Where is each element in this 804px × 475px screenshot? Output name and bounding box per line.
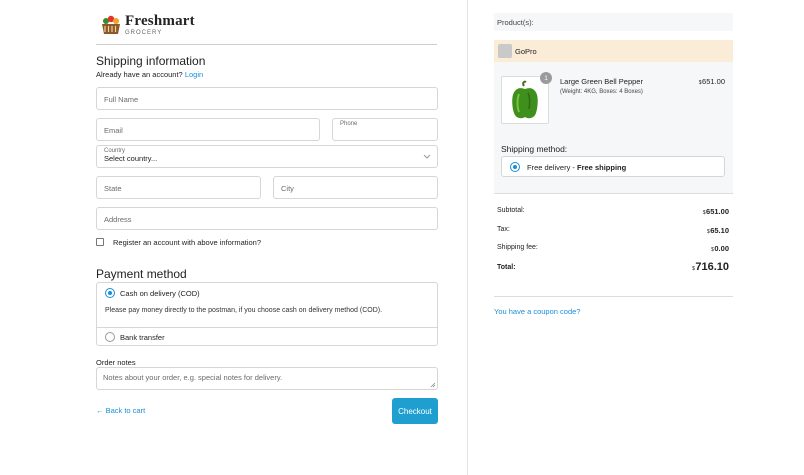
subtotal-value: 651.00: [706, 207, 729, 216]
register-label: Register an account with above informati…: [113, 238, 262, 247]
shipping-option[interactable]: Free delivery - Free shipping: [501, 156, 725, 177]
payment-title: Payment method: [96, 267, 187, 281]
subtotal-row: Subtotal: $651.00: [497, 207, 729, 216]
full-name-field[interactable]: Full Name: [96, 87, 438, 110]
state-placeholder: State: [104, 184, 122, 193]
brand-subtitle: GROCERY: [125, 30, 163, 36]
city-placeholder: City: [281, 184, 294, 193]
back-to-cart-link[interactable]: ← Back to cart: [96, 406, 145, 415]
email-field[interactable]: Email: [96, 118, 320, 141]
login-link[interactable]: Login: [185, 70, 203, 79]
shipping-fee-label: Shipping fee:: [497, 244, 538, 251]
store-icon: [498, 44, 512, 58]
checkout-button[interactable]: Checkout: [392, 398, 438, 424]
coupon-link[interactable]: You have a coupon code?: [494, 307, 580, 316]
city-field[interactable]: City: [273, 176, 438, 199]
register-checkbox[interactable]: [96, 238, 104, 246]
summary-divider: [494, 193, 733, 194]
total-value: 716.10: [695, 261, 729, 273]
full-name-placeholder: Full Name: [104, 95, 139, 104]
coupon-divider: [494, 296, 733, 297]
bell-pepper-icon: [512, 80, 538, 119]
brand-logo[interactable]: Freshmart GROCERY: [100, 12, 195, 38]
order-notes-placeholder: Notes about your order, e.g. special not…: [103, 373, 283, 382]
shipping-fee-value-wrap: $0.00: [711, 244, 729, 253]
country-select[interactable]: Country Select country...: [96, 145, 438, 168]
checkout-form-panel: Freshmart GROCERY Shipping information A…: [0, 0, 468, 475]
phone-field[interactable]: Phone: [332, 118, 438, 141]
shipping-title: Shipping information: [96, 54, 206, 68]
products-header: Product(s):: [494, 13, 733, 31]
bank-transfer-label: Bank transfer: [120, 333, 165, 342]
subtotal-label: Subtotal:: [497, 207, 525, 214]
tax-value-wrap: $65.10: [707, 226, 729, 235]
payment-divider: [97, 327, 437, 328]
vendor-name: GoPro: [515, 47, 537, 56]
resize-handle-icon[interactable]: [430, 382, 436, 388]
state-field[interactable]: State: [96, 176, 261, 199]
item-meta: (Weight: 4KG, Boxes: 4 Boxes): [560, 89, 643, 95]
order-item-area: 1 Large Green Bell Pepper (Weight: 4KG, …: [494, 62, 733, 193]
country-value: Select country...: [104, 154, 158, 163]
item-price: $651.00: [699, 77, 725, 86]
shipping-option-label: Free delivery - Free shipping: [527, 163, 626, 172]
shipping-fee-row: Shipping fee: $0.00: [497, 244, 729, 253]
phone-label: Phone: [340, 121, 358, 127]
total-value-wrap: $716.10: [692, 261, 729, 273]
account-prompt: Already have an account?: [96, 70, 183, 79]
shipping-fee-value: 0.00: [714, 244, 729, 253]
shipping-option-text: Free delivery -: [527, 163, 578, 172]
address-placeholder: Address: [104, 215, 132, 224]
bank-transfer-radio[interactable]: [105, 332, 115, 342]
chevron-down-icon: [423, 154, 431, 159]
order-notes-label: Order notes: [96, 358, 136, 367]
cod-radio[interactable]: [105, 288, 115, 298]
product-image: [501, 76, 549, 124]
cod-label: Cash on delivery (COD): [120, 289, 200, 298]
quantity-badge: 1: [540, 72, 552, 84]
item-price-value: 651.00: [702, 77, 725, 86]
tax-label: Tax:: [497, 226, 510, 233]
cod-description: Please pay money directly to the postman…: [105, 307, 383, 314]
order-summary-panel: Product(s): GoPro 1 Large Green Bell Pep…: [468, 0, 804, 475]
free-delivery-radio[interactable]: [510, 162, 520, 172]
basket-icon: [100, 14, 122, 36]
logo-divider: [96, 44, 437, 45]
total-label: Total:: [497, 264, 516, 271]
account-prompt-line: Already have an account? Login: [96, 70, 203, 79]
tax-value: 65.10: [710, 226, 729, 235]
shipping-method-title: Shipping method:: [501, 144, 568, 154]
brand-name: Freshmart: [125, 13, 195, 29]
total-row: Total: $716.10: [497, 261, 729, 273]
order-notes-textarea[interactable]: Notes about your order, e.g. special not…: [96, 367, 438, 390]
shipping-option-bold: Free shipping: [577, 163, 627, 172]
payment-options: Cash on delivery (COD) Please pay money …: [96, 282, 438, 346]
address-field[interactable]: Address: [96, 207, 438, 230]
products-header-label: Product(s):: [497, 18, 534, 27]
vendor-row: GoPro: [494, 40, 733, 62]
subtotal-value-wrap: $651.00: [703, 207, 729, 216]
email-placeholder: Email: [104, 126, 123, 135]
item-name: Large Green Bell Pepper: [560, 77, 643, 86]
tax-row: Tax: $65.10: [497, 226, 729, 235]
